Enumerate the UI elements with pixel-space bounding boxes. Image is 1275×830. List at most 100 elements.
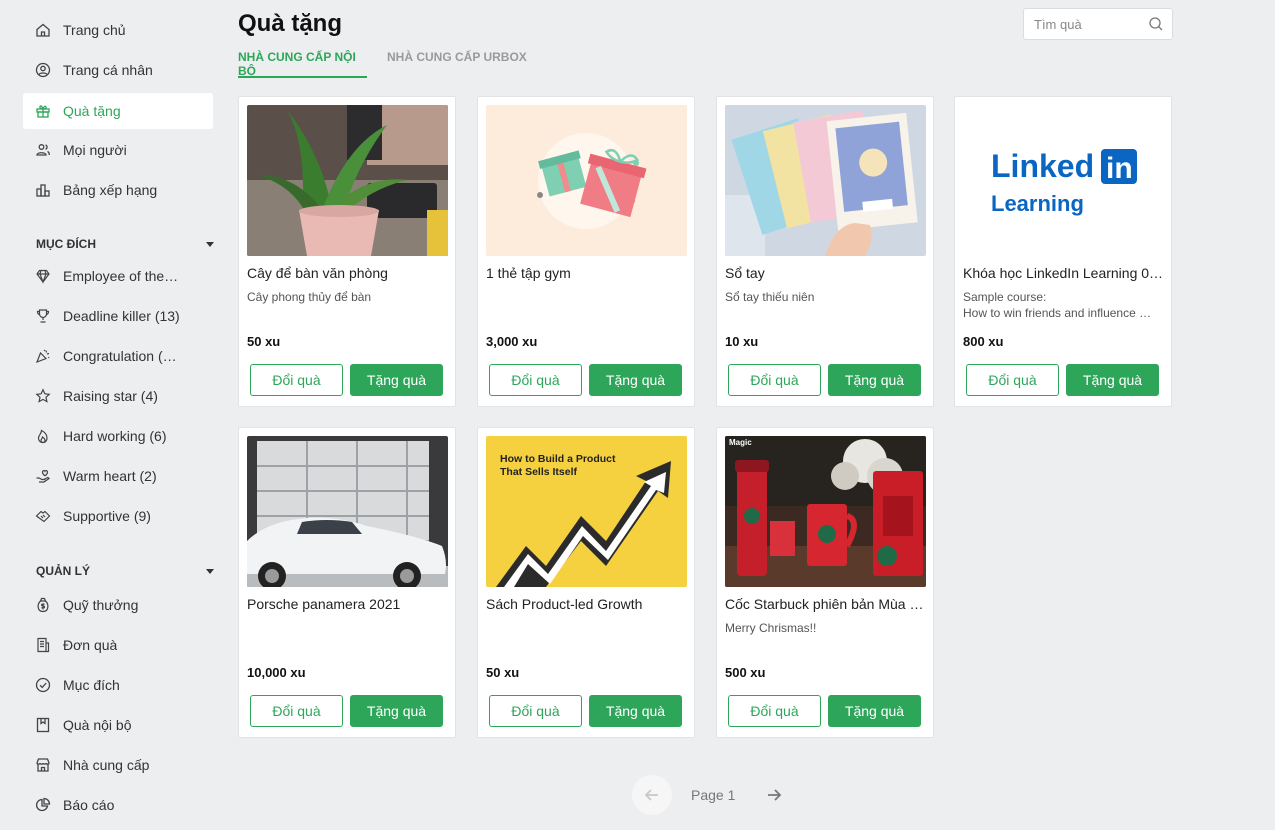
manage-label: Nhà cung cấp	[63, 757, 150, 773]
caret-down-icon	[206, 241, 214, 247]
give-gift-button[interactable]: Tặng quà	[350, 695, 443, 727]
trophy-icon	[35, 308, 51, 324]
purpose-raising-star[interactable]: Raising star (4)	[23, 378, 213, 414]
gift-card: Sổ tay Sổ tay thiếu niên 10 xu Đổi quà T…	[716, 96, 934, 407]
redeem-button[interactable]: Đổi quà	[250, 364, 343, 396]
gift-description-line: Sample course:	[963, 290, 1047, 304]
purpose-supportive[interactable]: Supportive (9)	[23, 498, 213, 534]
manage-label: Đơn quà	[63, 637, 118, 653]
redeem-button[interactable]: Đổi quà	[489, 695, 582, 727]
purpose-label: Hard working (6)	[63, 428, 167, 444]
manage-label: Mục đích	[63, 677, 120, 693]
gift-card: 1 thẻ tập gym 3,000 xu Đổi quà Tặng quà	[477, 96, 695, 407]
notebooks-photo	[725, 105, 926, 256]
star-icon	[35, 388, 51, 404]
page-indicator: Page 1	[691, 787, 736, 803]
search-input[interactable]	[1034, 16, 1134, 32]
linkedin-learning-logo: Linked in Learning	[963, 105, 1164, 256]
redeem-button[interactable]: Đổi quà	[728, 695, 821, 727]
manage-section-header[interactable]: QUẢN LÝ	[36, 561, 216, 581]
purpose-congratulation[interactable]: Congratulation (11)	[23, 338, 213, 374]
next-page-button[interactable]	[762, 783, 786, 807]
user-circle-icon	[35, 62, 51, 78]
svg-text:Magic: Magic	[729, 438, 752, 447]
manage-reports[interactable]: Báo cáo	[23, 787, 213, 823]
gift-price: 500 xu	[725, 665, 766, 680]
gift-card: How to Build a Product That Sells Itself…	[477, 427, 695, 738]
manage-purpose[interactable]: Mục đích	[23, 667, 213, 703]
nav-gifts[interactable]: Quà tặng	[23, 93, 213, 129]
svg-text:How to Build a Product: How to Build a Product	[500, 453, 616, 465]
manage-label: Báo cáo	[63, 797, 115, 813]
handshake-icon	[35, 508, 51, 524]
manage-reward-fund[interactable]: Quỹ thưởng	[23, 587, 213, 623]
gift-card: Linked in Learning Khóa học LinkedIn Lea…	[954, 96, 1172, 407]
gift-description: Sổ tay thiếu niên	[725, 289, 915, 305]
tab-internal-supplier[interactable]: NHÀ CUNG CẤP NỘI BỘ	[238, 50, 367, 78]
nav-people[interactable]: Mọi người	[23, 132, 213, 168]
gift-price: 50 xu	[247, 334, 281, 349]
gift-name: Cốc Starbuck phiên bản Mùa Giáng sinh	[725, 596, 928, 612]
gift-name: Porsche panamera 2021	[247, 596, 401, 612]
gift-description: Merry Chrismas!!	[725, 620, 915, 636]
svg-text:in: in	[1106, 152, 1133, 185]
car-photo	[247, 436, 448, 587]
svg-text:Linked: Linked	[991, 148, 1094, 184]
manage-internal-gifts[interactable]: Quà nội bộ	[23, 707, 213, 743]
purpose-label: Employee of the month (5)	[63, 268, 181, 284]
manage-gift-orders[interactable]: Đơn quà	[23, 627, 213, 663]
caret-down-icon	[206, 568, 214, 574]
report-icon	[35, 797, 51, 813]
redeem-button[interactable]: Đổi quà	[966, 364, 1059, 396]
gift-description-line: Sổ tay thiếu niên	[725, 290, 815, 304]
manage-section-title: QUẢN LÝ	[36, 564, 90, 578]
purpose-deadline-killer[interactable]: Deadline killer (13)	[23, 298, 213, 334]
gift-price: 50 xu	[486, 665, 520, 680]
redeem-button[interactable]: Đổi quà	[489, 364, 582, 396]
purpose-label: Deadline killer (13)	[63, 308, 180, 324]
give-gift-button[interactable]: Tặng quà	[828, 695, 921, 727]
nav-home-label: Trang chủ	[63, 22, 126, 38]
gift-name: Sổ tay	[725, 265, 765, 281]
previous-page-button[interactable]	[632, 775, 672, 815]
starbucks-photo: Magic	[725, 436, 926, 587]
purpose-section-header[interactable]: MỤC ĐÍCH	[36, 234, 216, 254]
tab-urbox-supplier[interactable]: NHÀ CUNG CẤP URBOX	[387, 50, 527, 78]
purpose-employee-of-month[interactable]: Employee of the month (5)	[23, 258, 213, 294]
gift-card: Magic Cốc Starbuck phiên bản Mùa Giáng s…	[716, 427, 934, 738]
nav-profile[interactable]: Trang cá nhân	[23, 52, 213, 88]
give-gift-button[interactable]: Tặng quà	[589, 695, 682, 727]
redeem-button[interactable]: Đổi quà	[250, 695, 343, 727]
plant-photo	[247, 105, 448, 256]
manage-label: Quà nội bộ	[63, 717, 132, 733]
gift-price: 10,000 xu	[247, 665, 306, 680]
manage-suppliers[interactable]: Nhà cung cấp	[23, 747, 213, 783]
nav-leaderboard[interactable]: Bảng xếp hạng	[23, 172, 213, 208]
give-gift-button[interactable]: Tặng quà	[589, 364, 682, 396]
leaderboard-icon	[35, 182, 51, 198]
gift-description: Cây phong thủy để bàn	[247, 289, 437, 305]
purpose-section-title: MỤC ĐÍCH	[36, 237, 96, 251]
gift-price: 800 xu	[963, 334, 1004, 349]
gift-description-line: How to win friends and influence people	[963, 306, 1153, 320]
give-gift-button[interactable]: Tặng quà	[350, 364, 443, 396]
purpose-hard-working[interactable]: Hard working (6)	[23, 418, 213, 454]
search-icon[interactable]	[1148, 16, 1164, 32]
search-box	[1023, 8, 1173, 40]
manage-label: Quỹ thưởng	[63, 597, 139, 613]
gift-icon	[35, 103, 51, 119]
bookmark-box-icon	[35, 717, 51, 733]
purpose-warm-heart[interactable]: Warm heart (2)	[23, 458, 213, 494]
give-gift-button[interactable]: Tặng quà	[828, 364, 921, 396]
diamond-icon	[35, 268, 51, 284]
nav-people-label: Mọi người	[63, 142, 127, 158]
nav-profile-label: Trang cá nhân	[63, 62, 153, 78]
gift-name: 1 thẻ tập gym	[486, 265, 571, 281]
redeem-button[interactable]: Đổi quà	[728, 364, 821, 396]
arrow-left-icon	[644, 789, 658, 801]
nav-home[interactable]: Trang chủ	[23, 12, 213, 48]
book-cover: How to Build a Product That Sells Itself	[486, 436, 687, 587]
nav-gifts-label: Quà tặng	[63, 103, 121, 119]
heart-hand-icon	[35, 468, 51, 484]
give-gift-button[interactable]: Tặng quà	[1066, 364, 1159, 396]
